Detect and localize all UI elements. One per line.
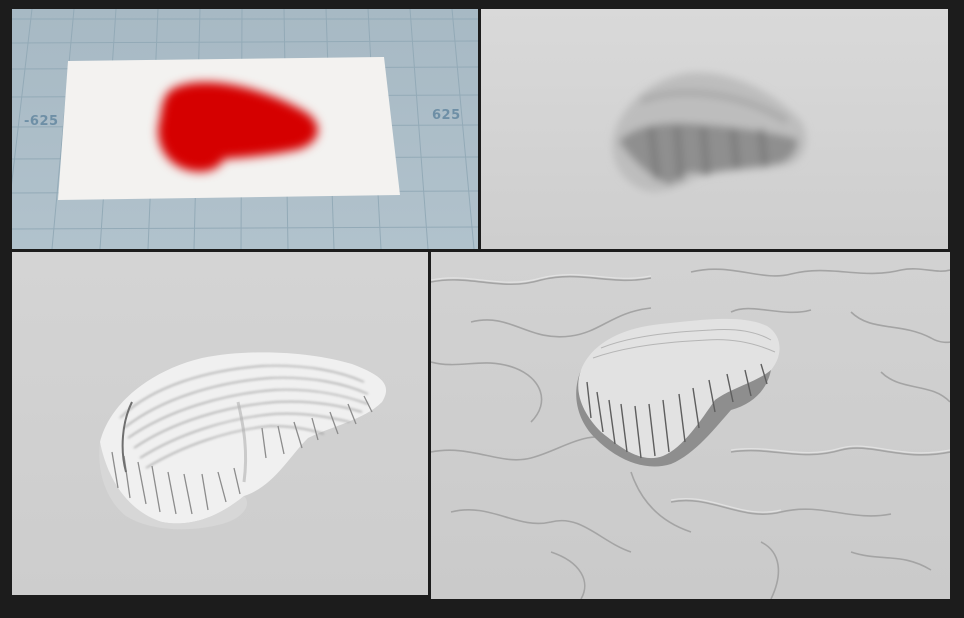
mask-viewport-canvas: -625 625 xyxy=(12,9,478,249)
eroded-terrain-viewport[interactable] xyxy=(431,252,950,599)
blurred-heightfield-viewport[interactable] xyxy=(481,9,948,249)
blurred-heightfield-canvas xyxy=(481,9,948,249)
terraced-mesa-viewport[interactable] xyxy=(12,252,428,595)
grid-label-right: 625 xyxy=(432,108,461,123)
grid-label-left: -625 xyxy=(24,114,59,129)
mask-viewport[interactable]: -625 625 xyxy=(12,9,478,249)
terraced-mesa-canvas xyxy=(12,252,428,595)
eroded-terrain-canvas xyxy=(431,252,950,599)
